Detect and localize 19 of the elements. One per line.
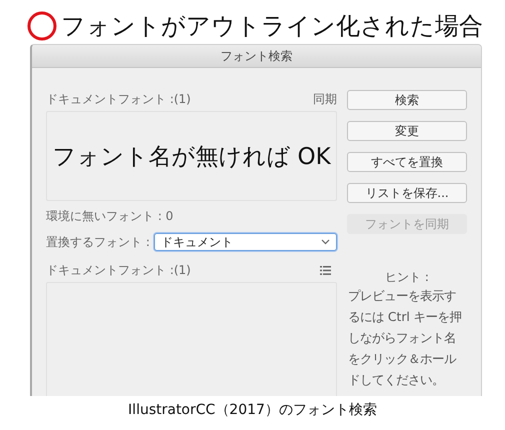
list-icon[interactable] bbox=[320, 266, 331, 274]
replace-label: 置換するフォント : bbox=[46, 234, 150, 250]
window-title: フォント検索 bbox=[220, 48, 292, 64]
hint-title: ヒント : bbox=[385, 269, 429, 286]
dialog-button[interactable]: すべてを置換 bbox=[347, 152, 467, 172]
circle-icon bbox=[27, 11, 57, 41]
section-label: ドキュメントフォント :(1) bbox=[46, 90, 191, 108]
hint-text: プレビューを表示するには Ctrl キーを押しながらフォント名をクリック＆ホールドしてください。 bbox=[348, 288, 463, 389]
section-label: ドキュメントフォント :(1) bbox=[46, 262, 191, 278]
dialog-button[interactable]: 検索 bbox=[347, 90, 467, 110]
heading: フォントがアウトライン化された場合 bbox=[61, 11, 483, 42]
chevron-icon bbox=[321, 239, 330, 245]
sync-label: 同期 bbox=[313, 90, 337, 108]
missing-fonts-label: 環境に無いフォント : 0 bbox=[46, 208, 174, 224]
caption: IllustratorCC（2017）のフォント検索 bbox=[127, 401, 378, 419]
font-dropdown[interactable]: ドキュメント bbox=[154, 233, 337, 251]
dialog-button[interactable]: リストを保存... bbox=[347, 183, 467, 203]
dialog-button[interactable]: 変更 bbox=[347, 121, 467, 141]
list-note: フォント名が無ければ OK bbox=[52, 142, 331, 172]
